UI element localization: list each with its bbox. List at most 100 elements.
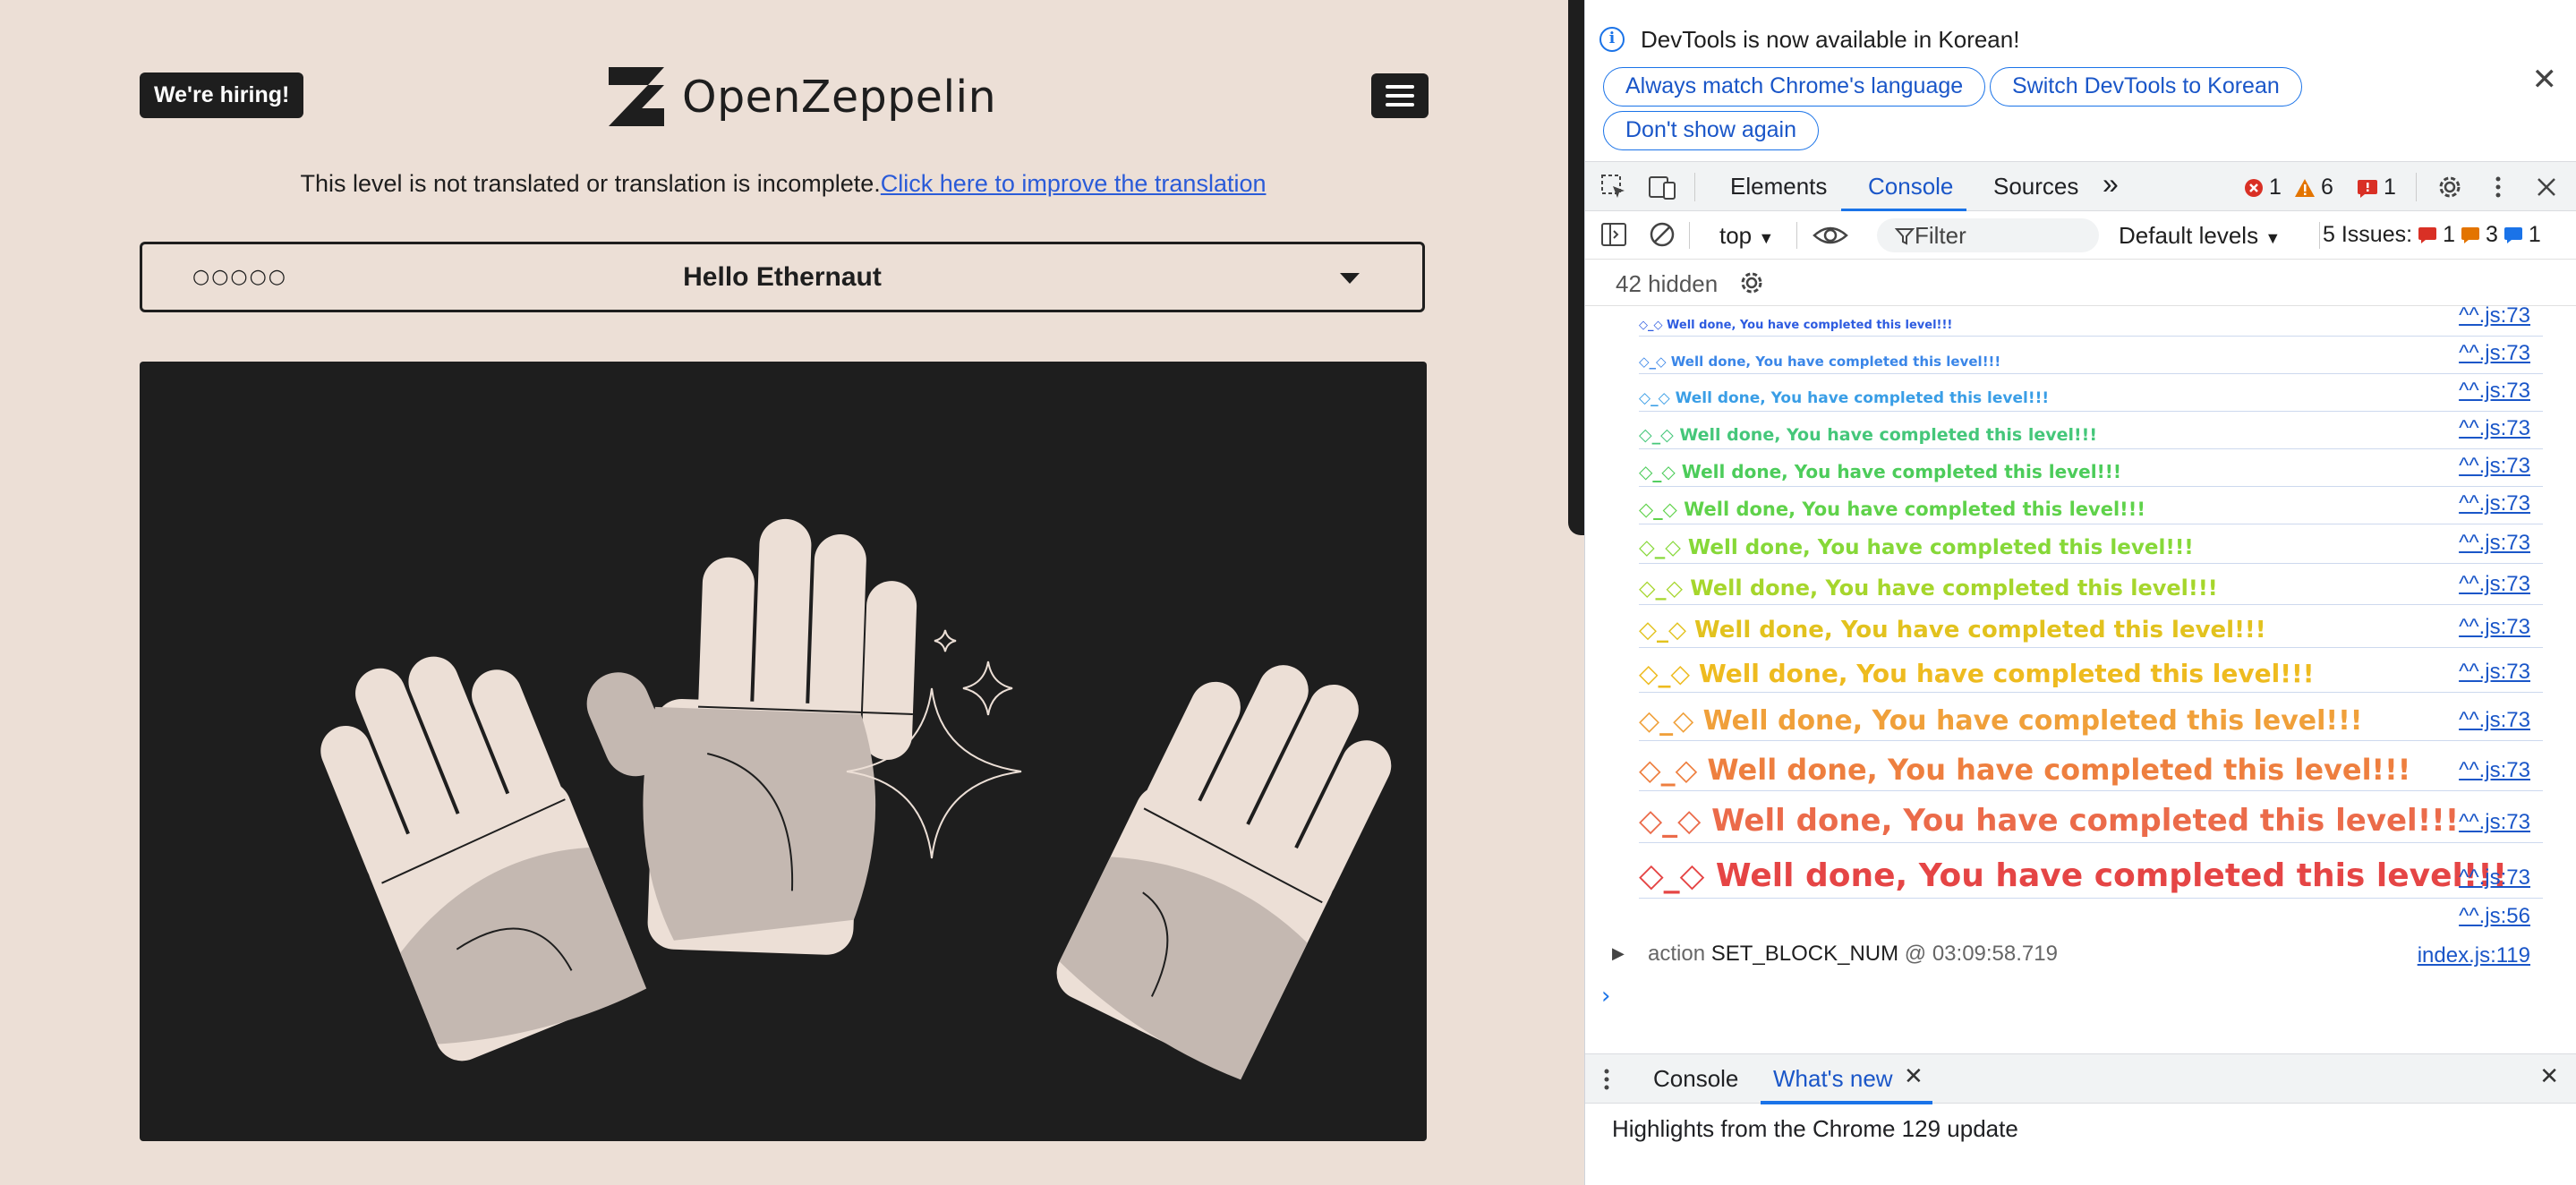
always-match-language-button[interactable]: Always match Chrome's language — [1603, 67, 1986, 107]
divider — [2319, 222, 2320, 249]
expand-triangle-icon[interactable]: ▶ — [1612, 944, 1625, 963]
device-toolbar-icon[interactable] — [1648, 173, 1676, 201]
log-source-link[interactable]: ^^.js:73 — [2459, 810, 2530, 835]
language-infobar: i DevTools is now available in Korean! ✕… — [1585, 0, 2576, 161]
context-value: top — [1719, 222, 1753, 249]
filter-placeholder: Filter — [1915, 222, 1966, 249]
drawer-tab-whats-new[interactable]: What's new — [1773, 1065, 1893, 1093]
log-source-link[interactable]: ^^.js:73 — [2459, 306, 2530, 328]
log-source-link[interactable]: ^^.js:73 — [2459, 491, 2530, 516]
console-settings-gear-icon[interactable] — [1737, 269, 1766, 297]
hiring-button[interactable]: We're hiring! — [140, 72, 304, 118]
tab-elements[interactable]: Elements — [1730, 173, 1827, 200]
log-source-link[interactable]: ^^.js:56 — [2459, 904, 2530, 929]
console-output: ◇_◇ Well done, You have completed this l… — [1585, 306, 2576, 1053]
redux-action-entry[interactable]: ▶ action SET_BLOCK_NUM @ 03:09:58.719 in… — [1585, 936, 2576, 976]
issue-warning-icon — [2461, 226, 2479, 243]
log-message: ◇_◇ Well done, You have completed this l… — [1639, 389, 2050, 407]
error-icon — [2245, 178, 2263, 197]
log-source-link[interactable]: ^^.js:73 — [2459, 615, 2530, 640]
live-expression-eye-icon[interactable] — [1813, 221, 1848, 250]
console-log-entry: ◇_◇ Well done, You have completed this l… — [1639, 791, 2543, 843]
issue-warning-count: 3 — [2485, 222, 2498, 247]
console-log-entry: ^^.js:56 — [1639, 899, 2543, 936]
log-message: ◇_◇ Well done, You have completed this l… — [1639, 536, 2194, 559]
divider — [1796, 222, 1797, 249]
warning-icon — [2295, 178, 2315, 197]
clear-console-icon[interactable] — [1648, 220, 1676, 249]
close-devtools-icon[interactable] — [2532, 173, 2561, 201]
log-message: ◇_◇ Well done, You have completed this l… — [1639, 425, 2098, 445]
action-at: @ — [1904, 942, 1927, 966]
divider — [2416, 173, 2417, 201]
issue-error-icon — [2418, 226, 2437, 243]
issues-summary[interactable]: 5 Issues: 1 3 1 — [2323, 222, 2541, 248]
settings-gear-icon[interactable] — [2435, 173, 2464, 201]
high-five-hands-illustration — [320, 518, 1392, 1080]
log-levels-value: Default levels — [2119, 222, 2259, 249]
error-count-badge[interactable]: 1 — [2244, 175, 2282, 200]
issue-error-count: 1 — [2443, 222, 2455, 247]
console-log-entry: ◇_◇ Well done, You have completed this l… — [1639, 648, 2543, 693]
active-tab-indicator — [1761, 1101, 1932, 1104]
log-source-link[interactable]: ^^.js:73 — [2459, 758, 2530, 783]
menu-button[interactable] — [1371, 73, 1429, 118]
log-source-link[interactable]: ^^.js:73 — [2459, 572, 2530, 597]
warning-count: 6 — [2321, 175, 2333, 200]
more-options-icon[interactable] — [2484, 173, 2512, 201]
log-source-link[interactable]: ^^.js:73 — [2459, 454, 2530, 479]
error-count: 1 — [2269, 175, 2282, 200]
drawer-tabbar: Console What's new ✕ ✕ — [1585, 1053, 2576, 1104]
log-message: ◇_◇ Well done, You have completed this l… — [1639, 499, 2145, 520]
log-source-link[interactable]: ^^.js:73 — [2459, 341, 2530, 366]
log-message: ◇_◇ Well done, You have completed this l… — [1639, 753, 2411, 787]
page-scroll-edge — [1568, 0, 1584, 535]
log-source-link[interactable]: ^^.js:73 — [2459, 660, 2530, 685]
console-prompt[interactable]: › — [1601, 983, 1610, 1010]
improve-translation-link[interactable]: Click here to improve the translation — [881, 170, 1267, 197]
console-log-entry: ◇_◇ Well done, You have completed this l… — [1639, 843, 2543, 899]
switch-to-korean-button[interactable]: Switch DevTools to Korean — [1990, 67, 2302, 107]
devtools-panel: i DevTools is now available in Korean! ✕… — [1584, 0, 2576, 1185]
console-log-entry: ◇_◇ Well done, You have completed this l… — [1639, 306, 2543, 337]
close-tab-icon[interactable]: ✕ — [1904, 1063, 1923, 1090]
log-source-link[interactable]: ^^.js:73 — [2459, 708, 2530, 733]
action-time: 03:09:58.719 — [1932, 942, 2058, 966]
drawer-menu-icon[interactable] — [1601, 1065, 1612, 1094]
log-source-link[interactable]: ^^.js:73 — [2459, 531, 2530, 556]
log-levels-dropdown[interactable]: Default levels ▼ — [2119, 222, 2281, 250]
console-log-entry: ◇_◇ Well done, You have completed this l… — [1639, 337, 2543, 374]
action-source-link[interactable]: index.js:119 — [2418, 943, 2530, 968]
more-tabs-icon[interactable]: » — [2103, 167, 2119, 200]
log-source-link[interactable]: ^^.js:73 — [2459, 865, 2530, 891]
inspect-element-icon[interactable] — [1599, 173, 1628, 201]
console-log-entry: ◇_◇ Well done, You have completed this l… — [1639, 524, 2543, 564]
openzeppelin-logo[interactable]: OpenZeppelin — [609, 66, 996, 127]
dont-show-again-button[interactable]: Don't show again — [1603, 111, 1820, 150]
close-drawer-icon[interactable]: ✕ — [2539, 1063, 2559, 1090]
log-message: ◇_◇ Well done, You have completed this l… — [1639, 461, 2121, 482]
sidebar-toggle-icon[interactable] — [1599, 220, 1628, 249]
drawer-tab-console[interactable]: Console — [1653, 1065, 1738, 1093]
log-message: ◇_◇ Well done, You have completed this l… — [1639, 803, 2460, 839]
tab-sources[interactable]: Sources — [1993, 173, 2078, 200]
infobar-message: DevTools is now available in Korean! — [1641, 26, 2020, 53]
log-message: ◇_◇ Well done, You have completed this l… — [1639, 659, 2315, 688]
console-log-entry: ◇_◇ Well done, You have completed this l… — [1639, 374, 2543, 412]
translation-notice-text: This level is not translated or translat… — [300, 170, 881, 197]
issues-count-badge[interactable]: 1 — [2357, 175, 2396, 200]
issues-flag-count: 1 — [2384, 175, 2396, 200]
whats-new-content: Highlights from the Chrome 129 update — [1612, 1115, 2018, 1142]
menu-icon-bar — [1386, 94, 1414, 98]
log-message: ◇_◇ Well done, You have completed this l… — [1639, 857, 2508, 894]
close-icon[interactable]: ✕ — [2532, 64, 2558, 95]
log-source-link[interactable]: ^^.js:73 — [2459, 379, 2530, 404]
chevron-down-icon — [1340, 273, 1360, 284]
log-source-link[interactable]: ^^.js:73 — [2459, 416, 2530, 441]
context-selector[interactable]: top ▼ — [1719, 222, 1774, 250]
level-selector[interactable]: ○○○○○ Hello Ethernaut — [140, 242, 1425, 312]
issues-label: 5 Issues: — [2323, 222, 2413, 247]
tab-console[interactable]: Console — [1868, 173, 1953, 200]
warning-count-badge[interactable]: 6 — [2294, 175, 2333, 200]
console-log-entry: ◇_◇ Well done, You have completed this l… — [1639, 605, 2543, 648]
